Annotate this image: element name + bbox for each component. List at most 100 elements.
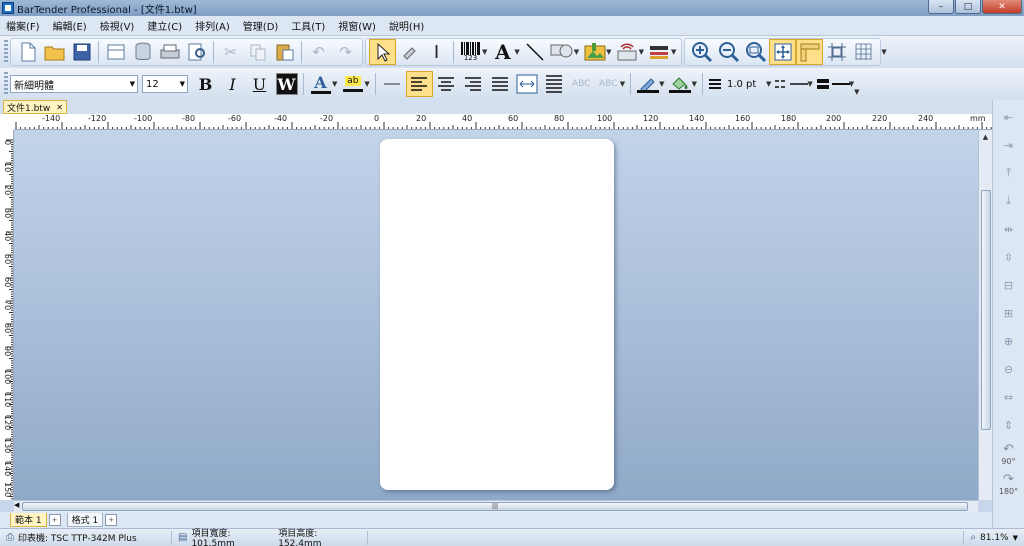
horizontal-scroll-thumb[interactable]: ||| xyxy=(22,502,968,511)
toolbar-overflow-arrow[interactable]: ▼ xyxy=(881,48,886,56)
tab-format-1[interactable]: 格式 1 xyxy=(66,513,104,527)
distribute-vertical-icon[interactable]: ⊞ xyxy=(996,300,1022,326)
add-template-icon[interactable]: + xyxy=(48,514,61,526)
format-painter-icon[interactable] xyxy=(396,39,423,65)
new-document-icon[interactable] xyxy=(14,39,41,65)
align-bottom-edges-icon[interactable]: ⤓ xyxy=(996,188,1022,214)
space-evenly-down-icon[interactable]: ⇕ xyxy=(996,412,1022,438)
text-cursor-icon[interactable]: I xyxy=(423,39,450,65)
zoom-in-icon[interactable] xyxy=(688,39,715,65)
zoom-actual-icon[interactable] xyxy=(742,39,769,65)
scroll-left-arrow[interactable]: ◀ xyxy=(14,501,19,509)
encoder-tool-icon[interactable] xyxy=(646,39,673,65)
picture-dropdown-arrow[interactable]: ▼ xyxy=(606,48,611,56)
highlight-dropdown-arrow[interactable]: ▼ xyxy=(364,80,369,88)
shape-tool-icon[interactable] xyxy=(549,39,576,65)
line-style-icon[interactable] xyxy=(379,71,406,97)
align-center-icon[interactable] xyxy=(433,71,460,97)
vertical-scroll-thumb[interactable] xyxy=(981,190,991,430)
status-zoom[interactable]: ⌕ 81.1% ▼ xyxy=(963,530,1024,545)
status-printer[interactable]: ⎙ 印表機: TSC TTP-342M Plus xyxy=(0,530,172,545)
distribute-horizontal-icon[interactable]: ⊟ xyxy=(996,272,1022,298)
align-horizontal-centers-icon[interactable]: ⇹ xyxy=(996,216,1022,242)
snap-to-grid-icon[interactable] xyxy=(823,39,850,65)
database-icon[interactable] xyxy=(129,39,156,65)
menu-help[interactable]: 說明(H) xyxy=(389,18,424,33)
menu-view[interactable]: 檢視(V) xyxy=(100,18,135,33)
menu-administer[interactable]: 管理(D) xyxy=(243,18,279,33)
rotate-right-button[interactable]: ↷ 180° xyxy=(996,470,1022,498)
horizontal-scrollbar[interactable]: ◀ ||| xyxy=(14,500,978,512)
show-rulers-icon[interactable] xyxy=(796,39,824,65)
bold-button[interactable]: B xyxy=(192,71,219,97)
align-vertical-centers-icon[interactable]: ⇳ xyxy=(996,244,1022,270)
zoom-out-icon[interactable] xyxy=(715,39,742,65)
align-left-icon[interactable] xyxy=(405,71,433,97)
align-right-edges-icon[interactable]: ⇥ xyxy=(996,132,1022,158)
font-name-select[interactable]: 新細明體 ▼ xyxy=(10,75,138,93)
redo-icon[interactable]: ↷ xyxy=(332,39,359,65)
barcode-dropdown-arrow[interactable]: ▼ xyxy=(482,48,487,56)
toolbar-overflow-arrow[interactable]: ▼ xyxy=(854,88,859,96)
open-folder-icon[interactable] xyxy=(41,39,68,65)
rfid-tool-icon[interactable] xyxy=(614,39,641,65)
paste-icon[interactable] xyxy=(271,39,298,65)
print-preview-icon[interactable] xyxy=(183,39,210,65)
menu-file[interactable]: 檔案(F) xyxy=(6,18,40,33)
select-pointer-icon[interactable] xyxy=(369,39,396,65)
text-dropdown-arrow[interactable]: ▼ xyxy=(514,48,519,56)
center-horizontally-icon[interactable]: ⊕ xyxy=(996,328,1022,354)
copy-icon[interactable] xyxy=(244,39,271,65)
undo-icon[interactable]: ↶ xyxy=(305,39,332,65)
document-tab[interactable]: 文件1.btw ✕ xyxy=(3,100,67,114)
print-icon[interactable] xyxy=(156,39,183,65)
line-color-button[interactable] xyxy=(634,71,661,97)
encoder-dropdown-arrow[interactable]: ▼ xyxy=(671,48,676,56)
toolbar-grip[interactable] xyxy=(4,72,8,96)
close-button[interactable]: ✕ xyxy=(982,0,1022,14)
align-left-edges-icon[interactable]: ⇤ xyxy=(996,104,1022,130)
design-canvas[interactable] xyxy=(14,130,978,500)
reverse-text-button[interactable]: W xyxy=(273,71,300,97)
underline-button[interactable]: U xyxy=(246,71,273,97)
rotate-left-button[interactable]: ↶ 90° xyxy=(996,440,1022,468)
scroll-up-arrow[interactable]: ▲ xyxy=(979,130,992,144)
center-vertically-icon[interactable]: ⊖ xyxy=(996,356,1022,382)
end-style-dropdown-arrow[interactable]: ▼ xyxy=(849,80,854,88)
barcode-icon[interactable]: 123 xyxy=(457,39,484,65)
fill-color-button[interactable] xyxy=(667,71,694,97)
font-color-button[interactable]: A xyxy=(307,71,334,97)
line-end-style-icon[interactable] xyxy=(815,71,851,97)
space-evenly-across-icon[interactable]: ⇔ xyxy=(996,384,1022,410)
highlight-color-button[interactable]: ab xyxy=(339,71,366,97)
save-icon[interactable] xyxy=(68,39,95,65)
close-tab-icon[interactable]: ✕ xyxy=(56,103,63,112)
label-template[interactable] xyxy=(380,139,614,490)
tab-template-1[interactable]: 範本 1 xyxy=(10,513,47,527)
align-right-icon[interactable] xyxy=(460,71,487,97)
align-top-edges-icon[interactable]: ⤒ xyxy=(996,160,1022,186)
page-setup-icon[interactable] xyxy=(102,39,129,65)
shape-dropdown-arrow[interactable]: ▼ xyxy=(574,48,579,56)
show-grid-icon[interactable] xyxy=(850,39,877,65)
text-effect-arc-icon[interactable]: ABC xyxy=(568,71,595,97)
fill-color-dropdown-arrow[interactable]: ▼ xyxy=(692,80,697,88)
line-tool-icon[interactable] xyxy=(522,39,549,65)
minimize-button[interactable]: – xyxy=(928,0,954,14)
cut-icon[interactable]: ✂ xyxy=(217,39,244,65)
menu-edit[interactable]: 編輯(E) xyxy=(53,18,87,33)
menu-arrange[interactable]: 排列(A) xyxy=(195,18,230,33)
line-width-dropdown-arrow[interactable]: ▼ xyxy=(766,80,771,88)
line-width-select[interactable]: 1.0 pt xyxy=(724,75,764,93)
line-weight-icon[interactable] xyxy=(706,71,724,97)
menu-tools[interactable]: 工具(T) xyxy=(291,18,325,33)
justify-icon[interactable] xyxy=(487,71,514,97)
italic-button[interactable]: I xyxy=(219,71,246,97)
full-justify-icon[interactable] xyxy=(541,71,568,97)
toolbar-grip[interactable] xyxy=(4,40,8,64)
line-dash-style-icon[interactable] xyxy=(773,71,809,97)
vertical-scrollbar[interactable]: ▲ xyxy=(978,130,992,500)
rfid-dropdown-arrow[interactable]: ▼ xyxy=(639,48,644,56)
maximize-button[interactable]: □ xyxy=(955,0,981,14)
add-format-icon[interactable]: + xyxy=(105,514,118,526)
